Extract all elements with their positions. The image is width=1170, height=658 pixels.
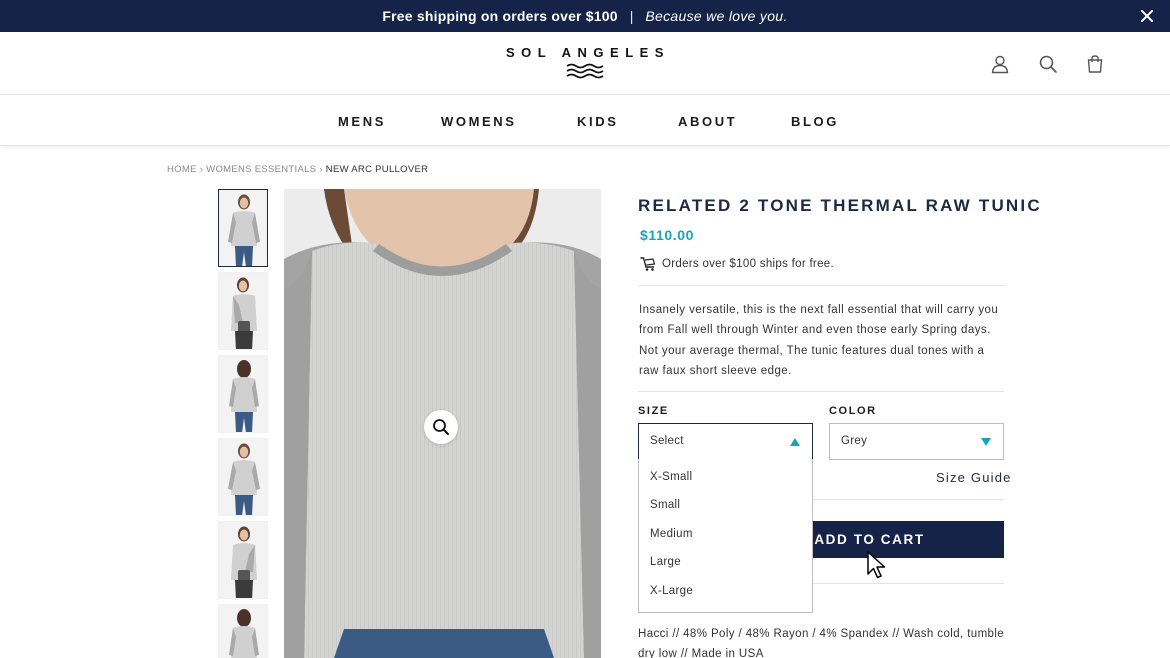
breadcrumb: HOME › WOMENS ESSENTIALS › NEW ARC PULLOVER bbox=[167, 164, 428, 175]
size-option-small[interactable]: Small bbox=[650, 499, 680, 511]
product-thumbnail[interactable] bbox=[218, 438, 268, 516]
shopping-bag-icon[interactable] bbox=[1085, 54, 1105, 74]
user-icon[interactable] bbox=[990, 54, 1010, 74]
size-select[interactable]: Select bbox=[638, 423, 813, 460]
nav-item-womens[interactable]: WOMENS bbox=[441, 114, 517, 129]
nav-item-about[interactable]: ABOUT bbox=[678, 114, 737, 129]
size-label: SIZE bbox=[638, 405, 669, 417]
zoom-button[interactable] bbox=[424, 410, 458, 444]
product-thumbnail[interactable] bbox=[218, 521, 268, 599]
promo-separator: | bbox=[629, 8, 634, 24]
product-details: Hacci // 48% Poly / 48% Rayon / 4% Spand… bbox=[638, 628, 1005, 658]
size-option-medium[interactable]: Medium bbox=[650, 528, 693, 540]
product-thumbnail[interactable] bbox=[218, 355, 268, 433]
shipping-note-text: Orders over $100 ships for free. bbox=[662, 258, 834, 270]
promo-text: Free shipping on orders over $100 bbox=[382, 8, 618, 24]
nav-item-blog[interactable]: BLOG bbox=[791, 114, 839, 129]
divider bbox=[638, 391, 1004, 392]
product-price: $110.00 bbox=[640, 227, 695, 243]
chevron-up-icon bbox=[790, 438, 800, 446]
waves-icon bbox=[566, 63, 604, 79]
product-description: Insanely versatile, this is the next fal… bbox=[639, 304, 999, 378]
chevron-down-icon bbox=[981, 438, 991, 446]
breadcrumb-separator: › bbox=[319, 164, 323, 175]
close-icon[interactable] bbox=[1138, 7, 1156, 25]
size-option-large[interactable]: Large bbox=[650, 556, 681, 568]
product-thumbnail[interactable] bbox=[218, 604, 268, 658]
size-option-x-small[interactable]: X-Small bbox=[650, 471, 692, 483]
breadcrumb-separator: › bbox=[199, 164, 204, 175]
zoom-icon bbox=[433, 419, 449, 435]
nav-item-mens[interactable]: MENS bbox=[338, 114, 386, 129]
size-guide-link[interactable]: Size Guide bbox=[936, 470, 1012, 485]
site-header: SOL ANGELES bbox=[0, 32, 1170, 95]
thumbnail-list bbox=[218, 189, 270, 658]
breadcrumb-current: NEW ARC PULLOVER bbox=[325, 164, 429, 175]
search-icon[interactable] bbox=[1038, 54, 1058, 74]
product-title: RELATED 2 TONE THERMAL RAW TUNIC bbox=[638, 196, 1042, 215]
breadcrumb-home[interactable]: HOME bbox=[167, 164, 197, 175]
divider bbox=[638, 285, 1004, 286]
mouse-cursor-icon bbox=[867, 551, 886, 579]
promo-bar: Free shipping on orders over $100 | Beca… bbox=[0, 0, 1170, 32]
product-thumbnail[interactable] bbox=[218, 189, 268, 267]
color-label: COLOR bbox=[829, 405, 877, 417]
color-select-value: Grey bbox=[841, 435, 868, 447]
shipping-cart-icon bbox=[640, 257, 656, 271]
main-nav: MENS WOMENS KIDS ABOUT BLOG bbox=[0, 96, 1170, 146]
promo-tagline: Because we love you. bbox=[645, 8, 788, 24]
size-option-x-large[interactable]: X-Large bbox=[650, 585, 693, 597]
size-select-value: Select bbox=[650, 435, 684, 447]
color-select[interactable]: Grey bbox=[829, 423, 1004, 460]
nav-item-kids[interactable]: KIDS bbox=[577, 114, 618, 129]
breadcrumb-category[interactable]: WOMENS ESSENTIALS bbox=[206, 164, 316, 175]
product-thumbnail[interactable] bbox=[218, 272, 268, 350]
shipping-note: Orders over $100 ships for free. bbox=[640, 256, 834, 272]
size-dropdown: X-Small Small Medium Large X-Large bbox=[638, 459, 813, 613]
